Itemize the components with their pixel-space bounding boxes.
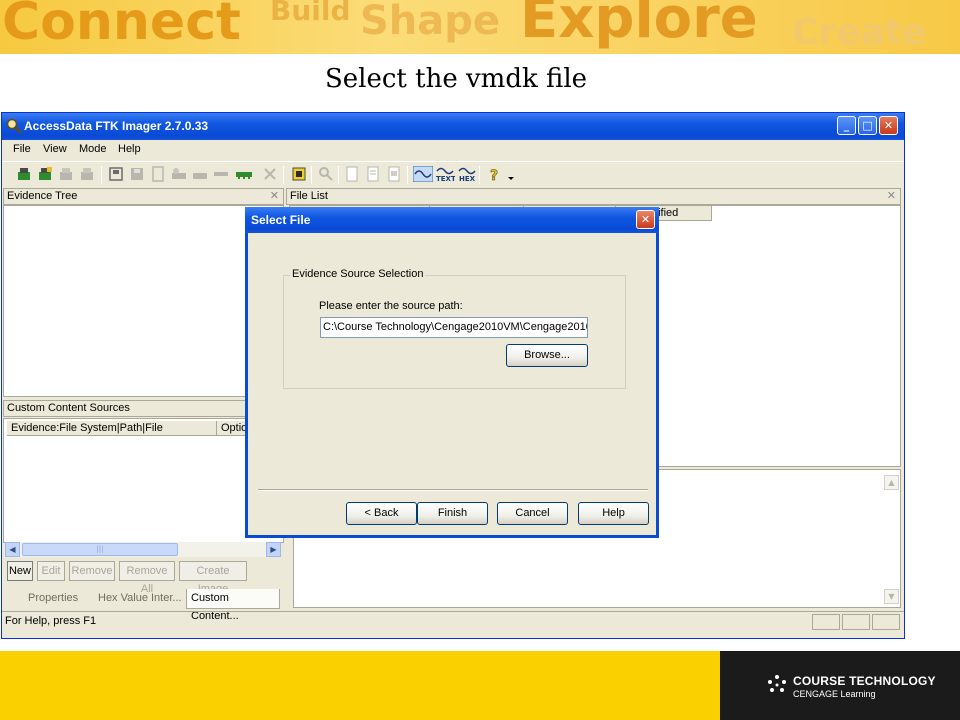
scroll-down-icon[interactable]: ▼	[884, 589, 899, 604]
maximize-button[interactable]: □	[858, 116, 877, 135]
toolbar: TEXT HEX ?	[2, 161, 904, 187]
evidence-tree-close-icon[interactable]: ✕	[270, 189, 279, 204]
status-cell	[842, 614, 870, 630]
help-question-icon[interactable]: ?	[486, 166, 502, 182]
hex-view-icon[interactable]: HEX	[457, 166, 477, 182]
remove-all-button[interactable]: Remove All	[119, 561, 175, 595]
custom-content-header: Custom Content Sources	[3, 400, 284, 417]
verify-drive-icon[interactable]	[171, 166, 187, 182]
menu-mode[interactable]: Mode	[79, 143, 107, 155]
create-disk-image-icon[interactable]	[108, 166, 124, 182]
toolbar-overflow-icon[interactable]	[507, 166, 515, 182]
custom-col-evidence[interactable]: Evidence:File System|Path|File	[7, 421, 217, 436]
toolbar-separator	[283, 166, 284, 184]
banner-word-create: Create	[792, 12, 927, 53]
dialog-title-bar[interactable]: Select File ✕	[245, 207, 659, 233]
toolbar-separator	[311, 166, 312, 184]
edit-button[interactable]: Edit	[37, 561, 65, 581]
decrypt-icon[interactable]	[262, 166, 278, 182]
custom-content-area[interactable]: Evidence:File System|Path|File Optio	[3, 418, 284, 543]
banner-word-connect: Connect	[2, 0, 241, 52]
toolbar-separator	[338, 166, 339, 184]
window-title-bar[interactable]: AccessData FTK Imager 2.7.0.33 _ □ ✕	[2, 113, 904, 140]
window-title: AccessData FTK Imager 2.7.0.33	[24, 119, 209, 133]
dialog-divider	[258, 489, 648, 491]
dialog-title: Select File	[251, 213, 311, 227]
scroll-thumb[interactable]: |||	[22, 543, 178, 556]
remove-all-evidence-icon[interactable]	[79, 166, 95, 182]
remove-evidence-icon[interactable]	[58, 166, 74, 182]
add-evidence-icon[interactable]	[16, 166, 32, 182]
slide-title: Select the vmdk file	[324, 64, 588, 94]
new-button[interactable]: New	[7, 561, 33, 581]
dialog-close-button[interactable]: ✕	[636, 210, 655, 229]
obtain-protected-files-icon[interactable]	[213, 166, 229, 182]
auto-view-icon[interactable]	[413, 166, 433, 182]
export-disk-image-icon[interactable]	[129, 166, 145, 182]
close-button[interactable]: ✕	[879, 116, 898, 135]
toolbar-separator	[479, 166, 480, 184]
brand-block: COURSE TECHNOLOGY CENGAGE Learning	[720, 651, 960, 720]
page-icon[interactable]	[344, 166, 360, 182]
capture-memory-icon[interactable]	[192, 166, 208, 182]
source-path-label: Please enter the source path:	[319, 300, 463, 312]
find-icon[interactable]	[318, 166, 334, 182]
image-mounting-icon[interactable]	[291, 166, 307, 182]
course-technology-logo-icon	[768, 675, 786, 692]
menu-bar: File View Mode Help	[2, 140, 904, 160]
remove-button[interactable]: Remove	[69, 561, 115, 581]
svg-text:?: ?	[490, 168, 498, 182]
horizontal-scrollbar[interactable]: ◀ ||| ▶	[5, 542, 281, 557]
source-path-input[interactable]: C:\Course Technology\Cengage2010VM\Cenga…	[320, 317, 588, 338]
file-list-title: File List	[290, 190, 328, 202]
evidence-tree-area[interactable]	[3, 205, 284, 397]
text-view-icon[interactable]: TEXT	[435, 166, 455, 182]
status-cell	[872, 614, 900, 630]
evidence-tree-title: Evidence Tree	[7, 190, 78, 202]
back-button[interactable]: < Back	[346, 502, 417, 525]
tab-hex-value-interpreter[interactable]: Hex Value Inter...	[94, 589, 186, 609]
save-icon[interactable]	[150, 166, 166, 182]
menu-file[interactable]: File	[13, 143, 31, 155]
minimize-button[interactable]: _	[837, 116, 856, 135]
browse-button[interactable]: Browse...	[506, 344, 588, 367]
custom-content-title: Custom Content Sources	[7, 402, 130, 414]
scroll-left-icon[interactable]: ◀	[5, 542, 20, 557]
create-image-button[interactable]: Create Image	[179, 561, 247, 595]
finish-button[interactable]: Finish	[417, 502, 488, 525]
bottom-yellow-band	[0, 651, 720, 720]
status-bar: For Help, press F1	[2, 611, 904, 631]
file-list-header: File List ✕	[286, 188, 901, 205]
svg-text:TEXT: TEXT	[436, 175, 455, 182]
toolbar-separator	[407, 166, 408, 184]
memory-chip-icon[interactable]	[236, 166, 252, 182]
brand-name: COURSE TECHNOLOGY	[793, 674, 936, 688]
banner-word-build: Build	[270, 0, 351, 27]
add-all-evidence-icon[interactable]	[37, 166, 53, 182]
banner-word-shape: Shape	[360, 0, 501, 44]
text-page-icon[interactable]	[365, 166, 381, 182]
menu-view[interactable]: View	[43, 143, 67, 155]
status-cell	[812, 614, 840, 630]
evidence-tree-header: Evidence Tree ✕	[3, 188, 284, 205]
scroll-up-icon[interactable]: ▲	[884, 475, 899, 490]
file-list-close-icon[interactable]: ✕	[887, 189, 896, 204]
top-banner: Connect Build Shape Explore Create	[0, 0, 960, 54]
magnifier-app-icon	[6, 118, 22, 134]
status-text: For Help, press F1	[5, 615, 97, 627]
cancel-button[interactable]: Cancel	[497, 502, 568, 525]
scroll-right-icon[interactable]: ▶	[266, 542, 281, 557]
brand-subtitle: CENGAGE Learning	[793, 689, 876, 699]
help-button[interactable]: Help	[578, 502, 649, 525]
banner-word-explore: Explore	[520, 0, 758, 51]
select-file-dialog: Select File ✕ Evidence Source Selection …	[245, 207, 659, 538]
svg-text:HEX: HEX	[459, 175, 476, 182]
tab-custom-content[interactable]: Custom Content...	[186, 589, 280, 622]
menu-help[interactable]: Help	[118, 143, 141, 155]
group-label: Evidence Source Selection	[290, 268, 426, 280]
tab-properties[interactable]: Properties	[24, 589, 94, 609]
toolbar-separator	[101, 166, 102, 184]
picture-page-icon[interactable]	[386, 166, 402, 182]
